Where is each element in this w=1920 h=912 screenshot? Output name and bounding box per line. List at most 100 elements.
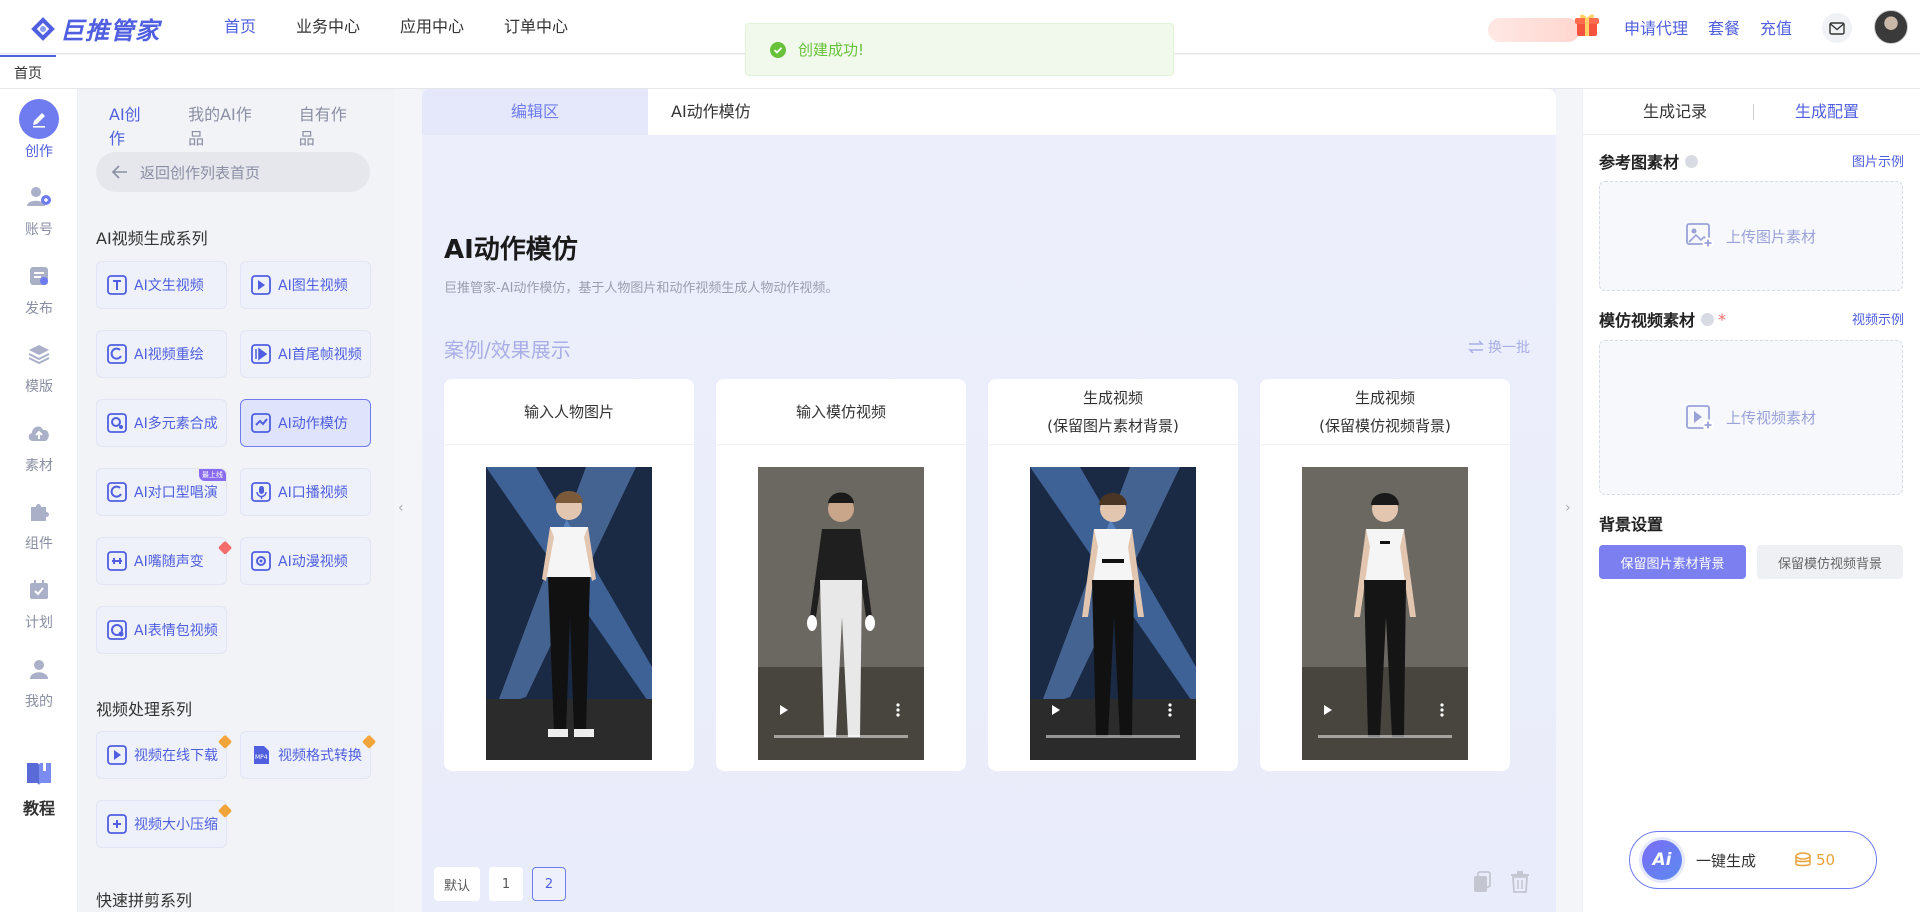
motion-video[interactable] [758,467,924,760]
page-2[interactable]: 2 [532,867,567,901]
arrow-left-icon [112,165,127,179]
sidebar-label-tutorial: 教程 [22,799,55,818]
package-link[interactable]: 套餐 [1708,15,1740,39]
sidebar-item-templates[interactable]: 模版 [0,334,78,396]
page-default[interactable]: 默认 [434,867,481,901]
tool-video-compress[interactable]: 视频大小压缩 [96,800,233,848]
edit-tabs: 编辑区 AI动作模仿 [422,89,1556,135]
trash-icon[interactable] [1510,871,1530,893]
sidebar-item-tutorial[interactable]: 教程 [0,753,78,819]
apply-agent-link[interactable]: 申请代理 [1624,15,1688,39]
tool-label: 视频大小压缩 [134,817,218,833]
recharge-link[interactable]: 充值 [1760,15,1792,39]
page-1[interactable]: 1 [489,867,524,901]
person-image[interactable] [486,467,652,760]
tool-video-download[interactable]: 视频在线下载 [96,731,233,779]
free-badge [361,734,377,750]
card-header: 生成视频 (保留模仿视频背景) [1260,379,1510,445]
emoji-icon [107,620,127,640]
user-avatar[interactable] [1874,10,1908,44]
video-progress-bar[interactable] [1046,735,1180,738]
tab-ai-create[interactable]: AI创作 [109,101,157,159]
result-video-1[interactable] [1030,467,1196,760]
cloud-upload-icon [19,413,59,453]
tab-edit-area[interactable]: 编辑区 [422,89,648,135]
card-subtitle: (保留图片素材背景) [1047,416,1179,435]
redraw-icon [107,344,127,364]
panel-tabs: AI创作 我的AI作品 自有作品 [109,101,394,159]
back-label: 返回创作列表首页 [140,163,261,182]
tool-image-to-video[interactable]: AI图生视频 [240,261,371,309]
tab-divider [1753,104,1754,120]
result-video-2[interactable] [1302,467,1468,760]
info-icon[interactable] [1685,154,1699,168]
nav-apps[interactable]: 应用中心 [400,0,464,54]
nav-business[interactable]: 业务中心 [296,0,360,54]
tab-my-ai-works[interactable]: 我的AI作品 [188,101,267,159]
generate-button[interactable]: Ai 一键生成 50 [1629,831,1877,889]
nav-orders[interactable]: 订单中心 [504,0,568,54]
video-progress-bar[interactable] [774,735,908,738]
tool-format-convert[interactable]: MP4 视频格式转换 [240,731,377,779]
keep-image-bg-button[interactable]: 保留图片素材背景 [1599,545,1746,579]
card-header: 输入人物图片 [444,379,694,445]
sidebar-item-components[interactable]: 组件 [0,491,78,553]
copy-icon[interactable] [1472,871,1492,893]
calendar-icon [19,570,59,610]
tool-video-redraw[interactable]: AI视频重绘 [96,330,227,378]
section-quick-edit: 快速拼剪系列 [96,891,193,910]
case-card-output-keep-image-bg: 生成视频 (保留图片素材背景) [988,379,1238,771]
tool-text-to-video[interactable]: AI文生视频 [96,261,227,309]
video-progress-bar[interactable] [1318,735,1452,738]
edit-icon [19,99,59,139]
top-links: 申请代理 套餐 充值 [1624,0,1812,54]
promo-pill[interactable] [1488,18,1580,42]
collapse-right-icon[interactable]: › [1565,500,1571,516]
sidebar-item-materials[interactable]: 素材 [0,413,78,475]
upload-image-area[interactable]: 上传图片素材 [1599,181,1903,291]
gift-icon[interactable] [1572,10,1602,40]
nav-home[interactable]: 首页 [224,0,256,54]
multi-element-icon [107,413,127,433]
tool-lip-sync-sing[interactable]: AI对口型唱演 最上线 [96,468,227,516]
tab-home[interactable]: 首页 [0,55,56,88]
tab-generation-history[interactable]: 生成记录 [1643,89,1707,135]
background-settings-title: 背景设置 [1599,515,1664,534]
tab-motion-imitation[interactable]: AI动作模仿 [671,89,751,135]
video-example-link[interactable]: 视频示例 [1852,309,1904,328]
tool-talking-video[interactable]: AI口播视频 [240,468,371,516]
mp4-icon: MP4 [254,746,269,764]
keep-video-bg-button[interactable]: 保留模仿视频背景 [1757,545,1903,579]
tool-label: AI文生视频 [134,278,204,294]
sidebar-label-account: 账号 [25,222,53,238]
upload-video-label: 上传视频素材 [1725,409,1816,427]
sidebar-item-account[interactable]: 账号 [0,177,78,239]
sidebar-item-create[interactable]: 创作 [0,99,78,161]
collapse-left-icon[interactable]: ‹ [398,500,404,516]
image-example-link[interactable]: 图片示例 [1852,151,1904,170]
section-ai-video: AI视频生成系列 [96,229,208,248]
tab-own-works[interactable]: 自有作品 [299,101,362,159]
tool-first-last-frame[interactable]: AI首尾帧视频 [240,330,371,378]
main-nav: 首页 业务中心 应用中心 订单中心 [224,0,608,54]
mail-button[interactable] [1822,13,1852,43]
tool-motion-imitation[interactable]: AI动作模仿 [240,399,371,447]
tool-label: AI视频重绘 [134,347,204,363]
refresh-button[interactable]: 换一批 [1468,337,1530,357]
tab-generation-config[interactable]: 生成配置 [1795,89,1859,135]
sidebar-item-mine[interactable]: 我的 [0,649,78,711]
user-icon [19,649,59,689]
logo[interactable]: 巨推管家 [30,11,160,46]
upload-video-area[interactable]: 上传视频素材 [1599,340,1903,495]
card-title: 输入人物图片 [523,402,614,421]
info-icon[interactable] [1701,312,1715,326]
tool-multi-element[interactable]: AI多元素合成 [96,399,227,447]
sidebar-item-publish[interactable]: 发布 [0,256,78,318]
back-to-list-button[interactable]: 返回创作列表首页 [96,152,370,192]
mail-icon [1829,21,1845,35]
tool-voice-change[interactable]: AI嘴随声变 [96,537,233,585]
tool-anime-video[interactable]: AI动漫视频 [240,537,371,585]
tool-emoji-video[interactable]: AI表情包视频 [96,606,227,654]
motion-video-section-title: 模仿视频素材 * [1599,307,1726,331]
sidebar-item-plan[interactable]: 计划 [0,570,78,632]
